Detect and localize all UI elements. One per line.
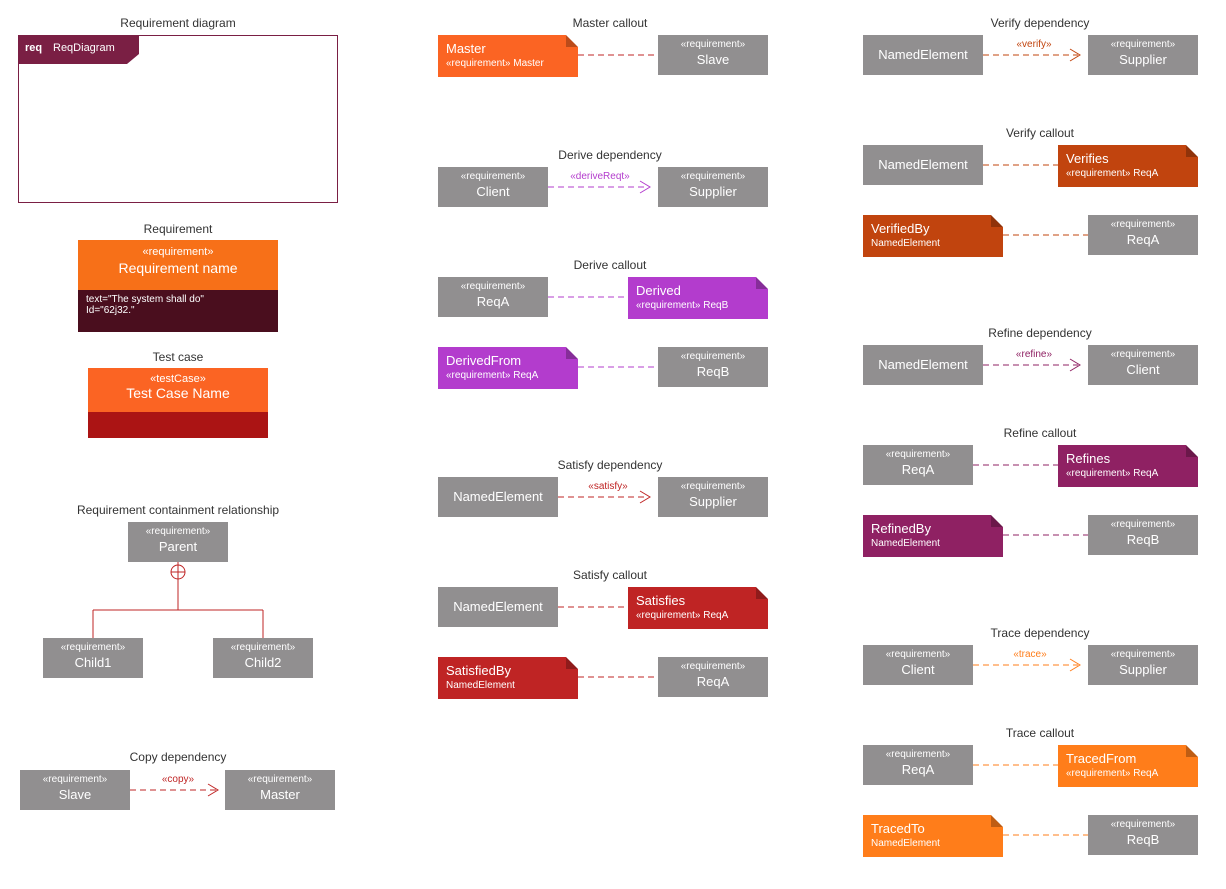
diagram-canvas: Requirement diagram req ReqDiagram Requi… xyxy=(0,0,1226,889)
